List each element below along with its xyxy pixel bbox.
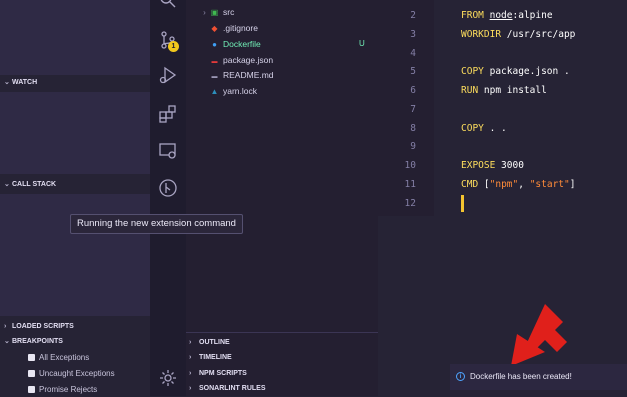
tooltip: Running the new extension command	[70, 214, 243, 234]
watch-label: WATCH	[12, 79, 38, 86]
code-line-copy-package: COPY package.json .	[461, 66, 570, 77]
line-number: 9	[410, 141, 416, 152]
notification-toast[interactable]: i Dockerfile has been created!	[450, 364, 627, 390]
line-number: 5	[410, 66, 416, 77]
sonarlint-rules-section-header[interactable]: › SONARLINT RULES	[186, 382, 378, 396]
yarn-icon: ▲	[210, 87, 219, 96]
remote-explorer-icon[interactable]	[158, 141, 178, 161]
gitlens-icon[interactable]	[158, 178, 178, 198]
npm-icon: ▬	[211, 59, 218, 65]
tree-item-yarn-lock[interactable]: ▲ yarn.lock	[210, 84, 257, 98]
docker-icon: ●	[212, 40, 217, 49]
code-line-expose: EXPOSE 3000	[461, 160, 524, 171]
npm-scripts-section-header[interactable]: › NPM SCRIPTS	[186, 367, 378, 381]
tree-item-package-json[interactable]: ▬ package.json	[210, 53, 274, 67]
line-number: 8	[410, 123, 416, 134]
code-line-workdir: WORKDIR /usr/src/app	[461, 29, 576, 40]
call-stack-section-header[interactable]: ⌄ CALL STACK	[0, 178, 150, 192]
code-line-run: RUN npm install	[461, 85, 547, 96]
annotation-arrow-icon	[511, 304, 567, 366]
variables-section	[0, 0, 150, 75]
extensions-icon[interactable]	[158, 104, 178, 124]
chevron-right-icon: ›	[189, 385, 192, 392]
timeline-section-header[interactable]: › TIMELINE	[186, 351, 378, 365]
loaded-scripts-label: LOADED SCRIPTS	[12, 323, 74, 330]
markdown-icon: ▬	[211, 74, 218, 80]
info-icon: i	[456, 372, 465, 381]
code-line-from: FROM node:alpine	[461, 10, 553, 21]
call-stack-section-body	[0, 194, 150, 316]
loaded-scripts-section-header[interactable]: › LOADED SCRIPTS	[0, 320, 150, 334]
untracked-status: U	[359, 39, 365, 48]
chevron-right-icon: ›	[189, 354, 192, 361]
checkbox[interactable]	[28, 354, 35, 361]
activity-bar: 1	[150, 0, 186, 396]
tree-item-dockerfile[interactable]: ● Dockerfile	[210, 37, 261, 51]
code-line-copy-all: COPY . .	[461, 123, 507, 134]
run-debug-icon[interactable]	[158, 65, 178, 85]
breakpoint-uncaught-exceptions[interactable]: Uncaught Exceptions	[28, 367, 115, 381]
notification-text: Dockerfile has been created!	[470, 372, 572, 381]
line-number: 3	[410, 29, 416, 40]
tree-item-gitignore[interactable]: ◆ .gitignore	[210, 21, 258, 35]
line-number: 7	[410, 104, 416, 115]
search-icon[interactable]	[158, 0, 178, 12]
line-number: 12	[404, 198, 416, 209]
checkbox[interactable]	[28, 370, 35, 377]
chevron-down-icon: ⌄	[4, 338, 10, 345]
text-cursor	[461, 195, 464, 212]
breakpoint-promise-rejects[interactable]: Promise Rejects	[28, 383, 97, 397]
chevron-right-icon: ›	[4, 323, 7, 330]
chevron-right-icon: ›	[189, 339, 192, 346]
line-number: 2	[410, 10, 416, 21]
checkbox[interactable]	[28, 386, 35, 393]
call-stack-label: CALL STACK	[12, 181, 57, 188]
code-line-cmd: CMD ["npm", "start"]	[461, 179, 576, 190]
chevron-right-icon: ›	[189, 370, 192, 377]
git-icon: ◆	[211, 24, 218, 33]
settings-gear-icon[interactable]	[158, 368, 178, 388]
breakpoints-label: BREAKPOINTS	[12, 338, 63, 345]
line-number: 4	[410, 48, 416, 59]
divider	[186, 332, 378, 333]
watch-section-body	[0, 92, 150, 174]
breakpoint-all-exceptions[interactable]: All Exceptions	[28, 351, 89, 365]
outline-section-header[interactable]: › OUTLINE	[186, 336, 378, 350]
chevron-down-icon: ⌄	[4, 181, 10, 188]
tree-item-readme[interactable]: ▬ README.md	[210, 68, 274, 82]
line-number: 11	[404, 179, 416, 190]
folder-icon: ▣	[210, 8, 219, 17]
breakpoints-section-header[interactable]: ⌄ BREAKPOINTS	[0, 335, 150, 349]
watch-section-header[interactable]: ⌄ WATCH	[0, 76, 150, 90]
line-number: 6	[410, 85, 416, 96]
tree-item-src[interactable]: › ▣ src	[200, 5, 234, 19]
debug-sidebar: ⌄ WATCH ⌄ CALL STACK › LOADED SCRIPTS ⌄ …	[0, 0, 150, 396]
chevron-down-icon: ⌄	[4, 79, 10, 86]
line-number: 10	[404, 160, 416, 171]
chevron-right-icon: ›	[203, 8, 206, 17]
scm-badge: 1	[168, 41, 179, 52]
